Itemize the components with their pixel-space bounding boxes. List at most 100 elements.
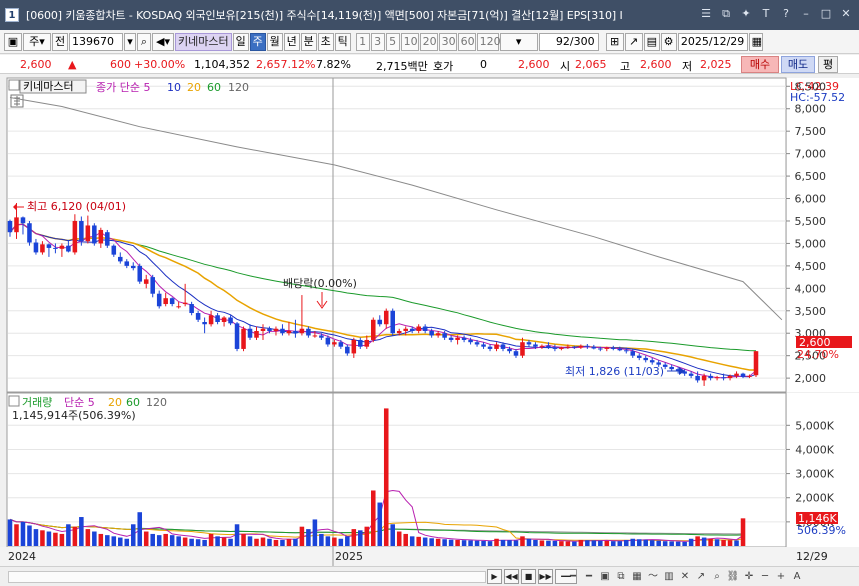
x-label-2024: 2024	[8, 550, 36, 563]
close-icon[interactable]: ✕	[839, 7, 853, 21]
interval-60[interactable]: 60	[457, 32, 476, 51]
interval-5[interactable]: 5	[385, 32, 400, 51]
price-panel[interactable]	[6, 77, 787, 393]
tab-period-tick[interactable]: 틱	[334, 32, 351, 51]
window-titlebar: 1 [0600] 키움종합차트 - KOSDAQ 외국인보유[215(천)] 주…	[0, 0, 859, 30]
font-icon[interactable]: T	[759, 7, 773, 21]
zoom-in-icon[interactable]: ━	[582, 569, 596, 584]
tab-period-week[interactable]: 주	[249, 32, 266, 51]
tab-period-day[interactable]: 일	[232, 32, 249, 51]
rewind-icon[interactable]: ◀◀	[504, 569, 519, 584]
ma-legend-3: 60	[207, 81, 221, 94]
layout-icon[interactable]: ▣	[4, 32, 22, 51]
calendar-icon[interactable]: ▦	[748, 32, 763, 51]
code-dropdown-icon[interactable]: ▾	[124, 32, 136, 51]
add-icon[interactable]: +	[774, 569, 788, 584]
volume-bar	[487, 541, 493, 546]
volume-bar	[714, 539, 720, 546]
bar-chart-icon[interactable]: ▥	[662, 569, 676, 584]
market-all-button[interactable]: 전	[52, 32, 68, 51]
volume-panel-menu-icon[interactable]	[8, 395, 20, 407]
indicator-icon[interactable]: ⊞	[605, 32, 624, 51]
candle-body	[390, 310, 396, 334]
volume-bar	[526, 538, 532, 546]
volume-bar	[383, 408, 389, 546]
trend-icon[interactable]: ↗	[694, 569, 708, 584]
candle-body	[747, 375, 752, 377]
font-size-icon[interactable]: A	[790, 569, 804, 584]
volume-bar	[572, 541, 577, 546]
sell-button[interactable]: 매도	[781, 56, 815, 73]
page-counter[interactable]: 92/300	[538, 32, 599, 51]
stock-chart[interactable]: 키네마스터 종가 단순 5 10 20 60 120 LC:42.39 HC:-…	[0, 76, 859, 566]
stock-name-label[interactable]: 키네마스터	[175, 32, 232, 51]
tab-period-minute[interactable]: 분	[300, 32, 317, 51]
candle-body	[325, 337, 331, 345]
volume-bar	[396, 531, 402, 546]
price-tick-label: 8,500	[795, 80, 827, 93]
line-chart-icon[interactable]: 〜	[646, 569, 660, 584]
volume-bar	[118, 537, 123, 546]
candle-body	[33, 242, 39, 253]
date-input[interactable]: 2025/12/29	[677, 32, 748, 51]
stop-icon[interactable]: ■	[521, 569, 536, 584]
candle-body	[163, 298, 168, 305]
volume-bar	[46, 531, 52, 546]
interval-3[interactable]: 3	[370, 32, 385, 51]
volume-legend-0: 단순 5	[64, 396, 95, 409]
volume-bar	[169, 535, 175, 546]
panel-menu-icon[interactable]	[8, 79, 20, 91]
candle-body	[753, 351, 759, 376]
candle-body	[487, 346, 493, 349]
zoom-out-icon[interactable]: ━	[566, 569, 580, 584]
interval-1[interactable]: 1	[355, 32, 370, 51]
maximize-icon[interactable]: □	[819, 7, 833, 21]
volume-rate: 2,657.12%	[256, 58, 316, 71]
pin-icon[interactable]: ✦	[739, 7, 753, 21]
sound-icon[interactable]: ◀▾	[152, 32, 174, 51]
interval-custom-select[interactable]: ▾	[499, 32, 538, 51]
tab-period-second[interactable]: 초	[317, 32, 334, 51]
scroll-track[interactable]	[8, 571, 486, 583]
save-icon[interactable]: ▤	[643, 32, 660, 51]
interval-30[interactable]: 30	[438, 32, 457, 51]
volume-bar	[643, 539, 648, 546]
average-button[interactable]: 평	[818, 56, 838, 73]
volume-bar	[234, 524, 240, 546]
settings-gear-icon[interactable]: ⚙	[660, 32, 677, 51]
cross-icon[interactable]: ✕	[678, 569, 692, 584]
minimize-icon[interactable]: –	[799, 7, 813, 21]
candle-body	[169, 298, 175, 305]
help-icon[interactable]: ?	[779, 7, 793, 21]
link-icon[interactable]: ⛓	[726, 569, 740, 584]
interval-10[interactable]: 10	[400, 32, 419, 51]
volume-bar	[585, 540, 590, 546]
volume-bar	[195, 539, 201, 546]
forward-icon[interactable]: ▶▶	[538, 569, 553, 584]
window-buttons: ☰ ⧉ ✦ T ? – □ ✕	[699, 7, 853, 21]
draw-tool-icon[interactable]: ↗	[624, 32, 643, 51]
tab-period-year[interactable]: 년	[283, 32, 300, 51]
window-copy-icon[interactable]: ▣	[598, 569, 612, 584]
search-icon[interactable]: ⌕	[137, 32, 151, 51]
stock-code-input[interactable]: 139670	[69, 32, 123, 51]
list-icon[interactable]: ☰	[699, 7, 713, 21]
horizontal-icon[interactable]: ─	[758, 569, 772, 584]
volume-bar	[59, 533, 65, 546]
play-icon[interactable]: ▶	[487, 569, 502, 584]
interval-120[interactable]: 120	[476, 32, 501, 51]
search-icon[interactable]: ⌕	[710, 569, 724, 584]
candle-body	[247, 328, 253, 338]
table-icon[interactable]: ▦	[630, 569, 644, 584]
crosshair-icon[interactable]: ✛	[742, 569, 756, 584]
candle-body	[572, 346, 577, 348]
market-select[interactable]: 주▾	[23, 32, 51, 51]
buy-button[interactable]: 매수	[741, 56, 779, 73]
volume-bar	[293, 538, 298, 546]
volume-bar	[565, 541, 571, 546]
volume-bar	[740, 518, 746, 546]
copy-icon[interactable]: ⧉	[614, 569, 628, 584]
restore-icon[interactable]: ⧉	[719, 7, 733, 21]
interval-20[interactable]: 20	[419, 32, 438, 51]
tab-period-month[interactable]: 월	[266, 32, 283, 51]
